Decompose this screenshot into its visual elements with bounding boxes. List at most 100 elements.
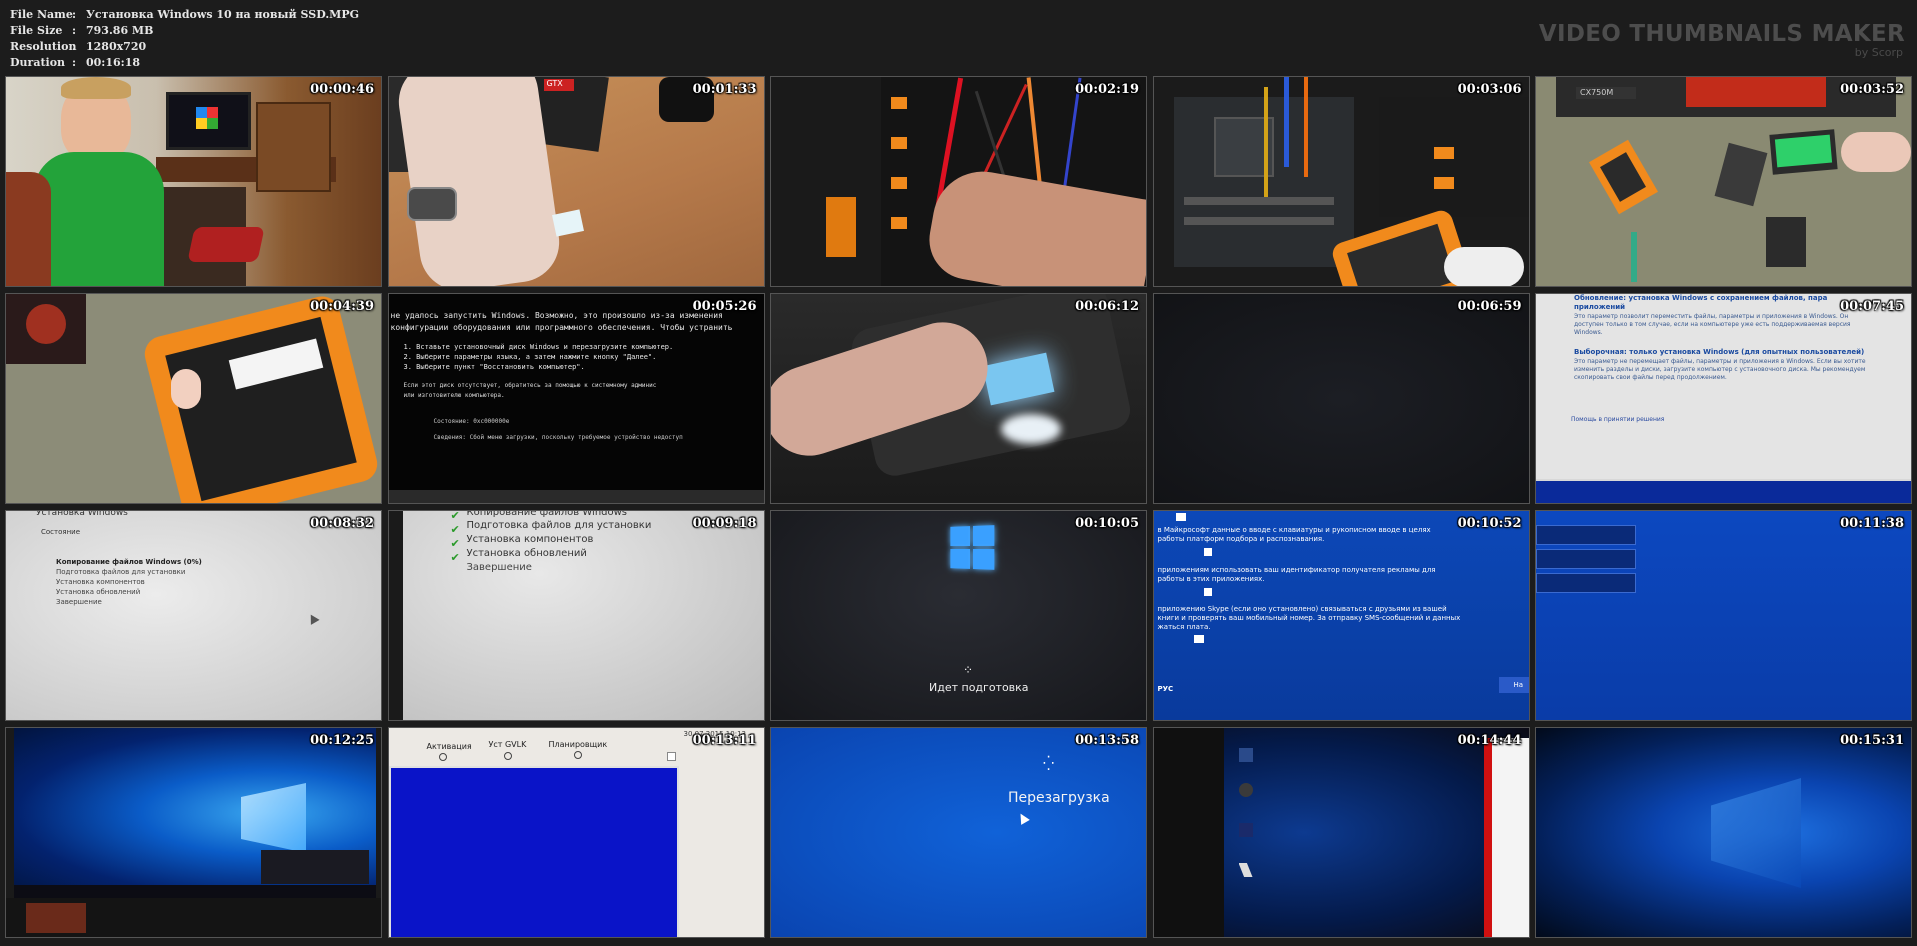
- option-custom-desc: Это параметр не перемещает файлы, параме…: [1574, 358, 1866, 365]
- option-custom-desc: скопировать свои файлы перед продолжение…: [1574, 374, 1727, 381]
- thumbnail[interactable]: 00:12:25: [5, 727, 382, 938]
- timestamp: 00:05:26: [692, 299, 757, 314]
- file-info: File Name : Установка Windows 10 на новы…: [10, 7, 359, 71]
- thumbnail[interactable]: 00:06:59: [1152, 293, 1530, 504]
- radio-button[interactable]: [503, 752, 512, 760]
- spinner-icon: ⁛: [1043, 756, 1055, 772]
- frame-image: в Майкрософт данные о вводе с клавиатуры…: [1153, 511, 1529, 720]
- duration-value: 00:16:18: [86, 56, 141, 69]
- timestamp: 00:15:31: [1840, 733, 1904, 748]
- frame-image: [1153, 77, 1529, 286]
- frame-image: ⁛ Перезагрузка: [771, 728, 1146, 937]
- privacy-text: приложениям использовать ваш идентификат…: [1157, 566, 1436, 574]
- file-name-row: File Name : Установка Windows 10 на новы…: [10, 7, 359, 23]
- thumbnail[interactable]: 00:06:12: [770, 293, 1147, 504]
- thumbnail[interactable]: GTX 00:01:33: [387, 76, 765, 287]
- frame-image: GTX: [388, 77, 764, 286]
- setup-step: Подготовка файлов для установки: [56, 568, 186, 576]
- timestamp: 00:06:12: [1075, 299, 1139, 314]
- option-upgrade-title: приложений: [1574, 303, 1626, 311]
- input-field[interactable]: [1536, 549, 1636, 569]
- separator: :: [72, 8, 77, 21]
- timestamp: 00:11:38: [1840, 516, 1904, 531]
- desktop-icon[interactable]: [1238, 863, 1253, 877]
- thumbnail[interactable]: ⁛ Перезагрузка 00:13:58: [770, 727, 1147, 938]
- file-name-label: File Name: [10, 8, 73, 21]
- option-upgrade-title: Обновление: установка Windows с сохранен…: [1574, 294, 1828, 302]
- brand-title: VIDEO THUMBNAILS MAKER: [1538, 21, 1905, 47]
- brand-subtitle: by Scorp: [1854, 46, 1903, 59]
- timestamp: 00:14:44: [1457, 733, 1522, 748]
- boot-error-line: не удалось запустить Windows. Возможно, …: [390, 311, 723, 320]
- toggle-icon[interactable]: [1193, 635, 1204, 643]
- case-model-text: CX750M: [1580, 88, 1614, 97]
- input-field[interactable]: [1536, 525, 1636, 545]
- watermark-logo: VIDEO THUMBNAILS MAKER by Scorp: [1539, 21, 1905, 59]
- separator: :: [72, 40, 77, 53]
- timestamp: 00:07:45: [1840, 299, 1904, 314]
- thumbnail[interactable]: 00:04:39: [5, 293, 382, 504]
- timestamp: 00:01:33: [692, 82, 757, 97]
- thumbnail[interactable]: 00:11:38: [1535, 510, 1912, 721]
- privacy-text: книги и проверять ваш мобильный номер. З…: [1157, 614, 1461, 622]
- thumbnail[interactable]: Обновление: установка Windows с сохранен…: [1535, 293, 1912, 504]
- resolution-label: Resolution: [10, 40, 77, 53]
- gpu-brand-text: GTX: [546, 79, 563, 88]
- setup-step: Установка обновлений: [56, 588, 141, 596]
- frame-image: Установка Windows Состояние Копирование …: [6, 511, 381, 720]
- privacy-text: жаться плата.: [1157, 623, 1211, 631]
- separator: :: [72, 24, 77, 37]
- case-label: CX750M: [1576, 87, 1636, 99]
- frame-image: не удалось запустить Windows. Возможно, …: [388, 294, 764, 503]
- option-upgrade-desc: Это параметр позволит переместить файлы,…: [1574, 313, 1849, 320]
- thumbnail[interactable]: Установка Windows Состояние Копирование …: [5, 510, 382, 721]
- input-field[interactable]: [1536, 573, 1636, 593]
- frame-image: [6, 77, 381, 286]
- timestamp: 00:00:46: [310, 82, 374, 97]
- desktop-icon[interactable]: [1238, 783, 1253, 797]
- file-size-value: 793.86 MB: [86, 24, 154, 37]
- toggle-icon[interactable]: [1203, 548, 1212, 556]
- setup-step-done: Копирование файлов Windows: [466, 510, 628, 518]
- timestamp: 00:03:06: [1457, 82, 1522, 97]
- thumbnail[interactable]: не удалось запустить Windows. Возможно, …: [387, 293, 765, 504]
- tab-activation[interactable]: Активация: [427, 742, 472, 751]
- thumbnail[interactable]: 00:03:06: [1152, 76, 1530, 287]
- option-custom-title: Выборочная: только установка Windows (дл…: [1574, 348, 1865, 356]
- thumbnail[interactable]: в Майкрософт данные о вводе с клавиатуры…: [1152, 510, 1530, 721]
- desktop-icon[interactable]: [1238, 823, 1253, 837]
- toggle-icon[interactable]: [1203, 588, 1212, 596]
- checkmark-icon: ✔: [450, 551, 460, 564]
- checkbox[interactable]: [666, 752, 676, 761]
- setup-status-label: Состояние: [41, 528, 81, 536]
- cursor-icon: [306, 612, 320, 625]
- language-indicator[interactable]: РУС: [1158, 685, 1174, 693]
- tab-scheduler[interactable]: Планировщик: [549, 740, 608, 749]
- thumbnail[interactable]: 00:02:19: [770, 76, 1147, 287]
- thumbnail-grid: 00:00:46 GTX 00:01:33 00:02:19 00:03:06 …: [5, 76, 1912, 941]
- thumbnail[interactable]: Копирование файлов Windows Подготовка фа…: [387, 510, 765, 721]
- thumbnail[interactable]: 00:14:44: [1152, 727, 1530, 938]
- timestamp: 00:04:39: [310, 299, 374, 314]
- tab-gvlk[interactable]: Уст GVLK: [489, 740, 527, 749]
- radio-button[interactable]: [573, 751, 582, 759]
- thumbnail[interactable]: 00:00:46: [5, 76, 382, 287]
- desktop-icon[interactable]: [1238, 748, 1253, 762]
- back-button[interactable]: На: [1514, 681, 1524, 689]
- timestamp: 00:12:25: [310, 733, 374, 748]
- thumbnail[interactable]: ⁘ Идет подготовка 00:10:05: [770, 510, 1147, 721]
- duration-row: Duration : 00:16:18: [10, 55, 359, 71]
- setup-step-active: Копирование файлов Windows (0%): [56, 558, 202, 566]
- toggle-icon: [1175, 513, 1186, 521]
- option-custom-desc: изменить разделы и диски, загрузите комп…: [1574, 366, 1866, 373]
- help-link[interactable]: Помощь в принятии решения: [1571, 416, 1664, 423]
- frame-image: Копирование файлов Windows Подготовка фа…: [388, 510, 764, 720]
- thumbnail[interactable]: CX750M 00:03:52: [1535, 76, 1912, 287]
- thumbnail[interactable]: 30.07.2015 10:13 Активация Уст GVLK План…: [387, 727, 765, 938]
- thumbnail[interactable]: 00:15:31: [1535, 727, 1912, 938]
- frame-image: CX750M: [1536, 77, 1911, 286]
- boot-error-details: Сведения: Сбой меню загрузки, поскольку …: [433, 434, 683, 441]
- timestamp: 00:13:11: [692, 733, 757, 748]
- radio-button[interactable]: [438, 753, 447, 761]
- boot-error-status: Состояние: 0xc000000e: [433, 418, 510, 425]
